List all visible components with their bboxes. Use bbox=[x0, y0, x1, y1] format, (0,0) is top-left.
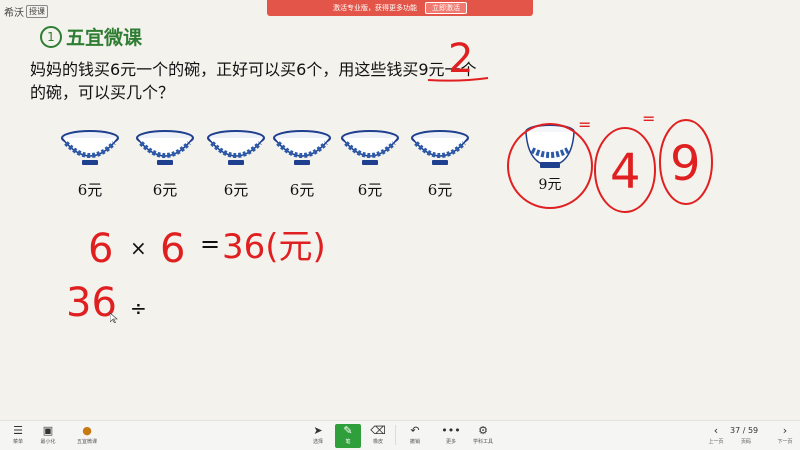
bowl-icon bbox=[61, 130, 119, 165]
bowl-item: 6元 bbox=[340, 130, 400, 200]
special-bowl-price: 9元 bbox=[538, 177, 562, 193]
more-button[interactable]: ••• 更多 bbox=[438, 424, 464, 448]
bowl-price: 6元 bbox=[357, 181, 383, 199]
divide-operator: ÷ bbox=[130, 296, 147, 320]
bowl-item: 6元 bbox=[410, 130, 470, 200]
bowl-price: 6元 bbox=[223, 181, 249, 199]
pen-icon: ✎ bbox=[343, 423, 353, 437]
equals-operator: = bbox=[200, 230, 221, 258]
bowl-item: 6元 bbox=[135, 130, 195, 200]
minimize-icon: ▣ bbox=[42, 423, 54, 437]
prev-icon: ‹ bbox=[713, 423, 719, 437]
subject-tools-button[interactable]: ⚙ 学科工具 bbox=[470, 424, 496, 448]
menu-icon: ☰ bbox=[13, 423, 23, 437]
eraser-tool-button[interactable]: ⌫ 橡皮 bbox=[365, 424, 391, 448]
next-icon: › bbox=[782, 423, 788, 437]
bowl-icon bbox=[525, 124, 575, 168]
page-number-text: 37 / 59 bbox=[730, 426, 759, 435]
page-indicator[interactable]: 37 / 59 bbox=[730, 426, 758, 435]
prev-page-button[interactable]: ‹ 上一页 bbox=[703, 424, 729, 448]
more-icon: ••• bbox=[441, 423, 461, 437]
bowl-icon bbox=[411, 130, 469, 165]
pen-tool-button[interactable]: ✎ 笔 bbox=[335, 424, 361, 448]
app-name: 希沃 bbox=[4, 8, 24, 19]
bottom-toolbar: ☰ 菜单 ▣ 最小化 ● 五宜微课 ➤ 选择 ✎ 笔 ⌫ 橡皮 ↶ 撤销 •••… bbox=[0, 420, 800, 450]
bowl-item: 6元 bbox=[272, 130, 332, 200]
bowl-item: 6元 bbox=[206, 130, 266, 200]
hw-row1-a: 6 bbox=[88, 226, 113, 272]
undo-icon: ↶ bbox=[410, 423, 420, 437]
bowl-icon bbox=[273, 130, 331, 165]
lesson-title-text: 五宜微课 bbox=[66, 27, 143, 49]
lesson-icon: ● bbox=[82, 423, 92, 437]
bowl-price: 6元 bbox=[427, 181, 453, 199]
minimize-button[interactable]: ▣ 最小化 bbox=[35, 424, 61, 448]
select-tool-button[interactable]: ➤ 选择 bbox=[305, 424, 331, 448]
promo-banner: 激活专业版，获得更多功能 立即激活 bbox=[267, 0, 533, 16]
next-page-button[interactable]: › 下一页 bbox=[772, 424, 798, 448]
hw-row1-result: 36(元) bbox=[222, 227, 326, 267]
hw-eq-mark: = bbox=[642, 109, 655, 128]
undo-button[interactable]: ↶ 撤销 bbox=[402, 424, 428, 448]
bowl-price: 6元 bbox=[289, 181, 315, 199]
lesson-button[interactable]: ● 五宜微课 bbox=[74, 424, 100, 448]
tools-icon: ⚙ bbox=[478, 423, 488, 437]
special-bowl: 9元 bbox=[524, 124, 576, 194]
activate-button[interactable]: 立即激活 bbox=[425, 2, 467, 14]
bowl-icon bbox=[136, 130, 194, 165]
bowl-icon bbox=[341, 130, 399, 165]
app-badge: 授课 bbox=[26, 5, 48, 18]
bowl-price: 6元 bbox=[77, 181, 103, 199]
question-line-2: 的碗，可以买几个？ bbox=[30, 83, 175, 102]
promo-text: 激活专业版，获得更多功能 bbox=[333, 4, 417, 12]
page-indicator-label: 页码 bbox=[741, 439, 752, 445]
bowl-item: 6元 bbox=[60, 130, 120, 200]
cursor-icon: ➤ bbox=[313, 423, 323, 437]
bowl-price: 6元 bbox=[152, 181, 178, 199]
menu-button[interactable]: ☰ 菜单 bbox=[5, 424, 31, 448]
app-logo: 希沃 授课 bbox=[4, 4, 48, 19]
eraser-icon: ⌫ bbox=[370, 423, 386, 437]
bowl-icon bbox=[207, 130, 265, 165]
hw-row1-b: 6 bbox=[160, 226, 185, 272]
lesson-title: 1 五宜微课 bbox=[40, 23, 142, 50]
question-line-1: 妈妈的钱买6元一个的碗，正好可以买6个，用这些钱买9元一个 bbox=[30, 60, 477, 79]
question-text: 妈妈的钱买6元一个的碗，正好可以买6个，用这些钱买9元一个 的碗，可以买几个？ bbox=[30, 58, 600, 104]
mouse-cursor-icon bbox=[110, 313, 118, 323]
hw-circled-answer: 9 bbox=[670, 136, 701, 192]
times-operator: × bbox=[130, 236, 147, 260]
hw-eq-mark: = bbox=[578, 115, 591, 134]
toolbar-divider bbox=[395, 425, 396, 445]
hw-circled-answer: 4 bbox=[610, 144, 641, 200]
lesson-number: 1 bbox=[40, 25, 62, 48]
